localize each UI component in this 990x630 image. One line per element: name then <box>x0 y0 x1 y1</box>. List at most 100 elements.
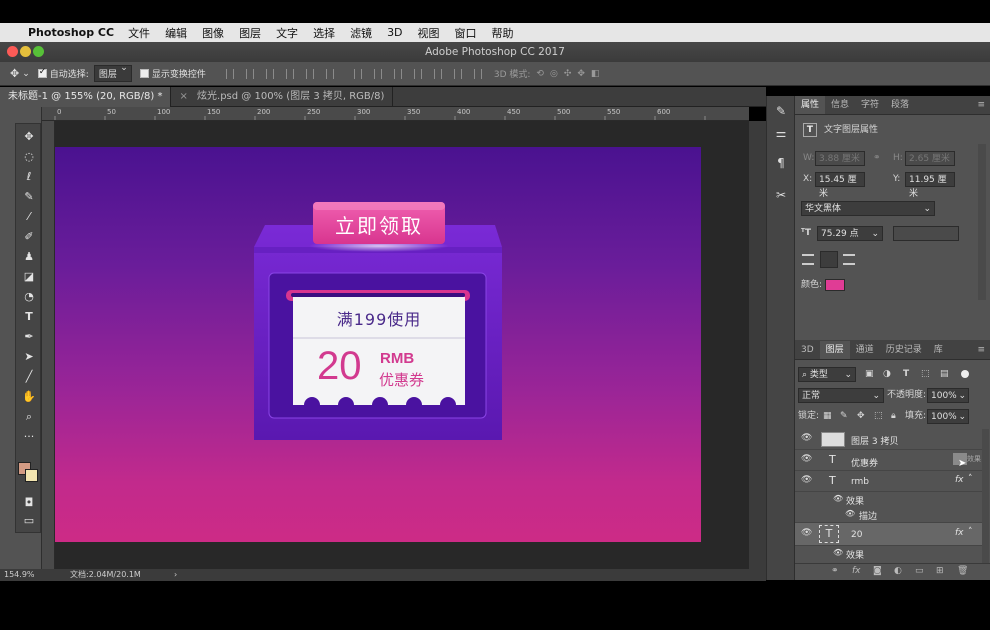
pen-tool-icon[interactable]: ✒ <box>16 328 42 346</box>
type-tool-icon[interactable]: T <box>16 308 42 326</box>
visibility-eye-icon[interactable]: 👁︎ <box>801 475 812 485</box>
eyedropper-tool-icon[interactable]: ⁄ <box>16 208 42 226</box>
align-hcenter-icon[interactable] <box>305 68 314 79</box>
tool-preset-dropdown-icon[interactable]: ⌄ <box>22 69 30 79</box>
move-tool-icon[interactable]: ✥ <box>16 128 42 146</box>
tab-info[interactable]: 信息 <box>825 96 855 114</box>
layer-row-20[interactable]: 👁︎ T 20 fx ˄ <box>795 523 983 546</box>
menu-image[interactable]: 图像 <box>202 25 224 41</box>
align-vcenter-icon[interactable] <box>245 68 254 79</box>
lock-pixels-icon[interactable]: ✎ <box>840 409 848 424</box>
panel-menu-icon[interactable]: ≡ <box>972 341 990 359</box>
tab-paragraph[interactable]: 段落 <box>885 96 915 114</box>
show-transform-checkbox[interactable] <box>139 69 149 78</box>
3d-drag-icon[interactable]: ✣ <box>564 69 572 79</box>
add-mask-icon[interactable]: ◙ <box>873 566 882 576</box>
fx-icon[interactable]: fx <box>955 475 964 485</box>
align-bottom-icon[interactable] <box>265 68 274 79</box>
zoom-tool-icon[interactable]: ⌕ <box>16 408 42 426</box>
menu-help[interactable]: 帮助 <box>492 25 514 41</box>
blend-mode-select[interactable]: 正常 ⌄ <box>798 388 884 403</box>
width-field[interactable]: 3.88 厘米 <box>815 151 865 166</box>
tab-properties[interactable]: 属性 <box>795 96 826 114</box>
layer-row-image-copy[interactable]: 👁︎ 图层 3 拷贝 <box>795 429 983 450</box>
visibility-eye-icon[interactable]: 👁︎ <box>801 528 812 538</box>
fx-icon[interactable]: fx <box>955 528 964 538</box>
menu-type[interactable]: 文字 <box>276 25 298 41</box>
tab-layers[interactable]: 图层 <box>819 341 850 359</box>
doc-tab-glow[interactable]: × 炫光.psd @ 100% (图层 3 拷贝, RGB/8) <box>171 87 394 107</box>
lasso-tool-icon[interactable]: ℓ <box>16 168 42 186</box>
path-select-tool-icon[interactable]: ➤ <box>16 348 42 366</box>
horizontal-ruler[interactable]: 0 50 100 150 200 250 300 350 400 450 500… <box>42 107 749 121</box>
auto-select-checkbox[interactable] <box>37 67 47 78</box>
menu-view[interactable]: 视图 <box>418 25 440 41</box>
tab-history[interactable]: 历史记录 <box>880 341 928 359</box>
zoom-window-button[interactable] <box>33 46 44 57</box>
filter-pixel-icon[interactable]: ▣ <box>865 367 874 382</box>
align-left-icon[interactable] <box>285 68 294 79</box>
menu-window[interactable]: 窗口 <box>455 25 477 41</box>
menu-edit[interactable]: 编辑 <box>165 25 187 41</box>
lock-artboard-icon[interactable]: ⬚ <box>874 409 883 424</box>
3d-orbit-icon[interactable]: ⟲ <box>536 69 544 79</box>
menu-select[interactable]: 选择 <box>313 25 335 41</box>
chevron-up-icon[interactable]: ˄ <box>968 474 973 484</box>
hand-tool-icon[interactable]: ✋ <box>16 388 42 406</box>
close-tab-icon[interactable]: × <box>179 91 187 102</box>
more-tools-icon[interactable]: ··· <box>16 428 42 446</box>
3d-slide-icon[interactable]: ✥ <box>577 69 585 79</box>
screen-mode-icon[interactable]: ▭ <box>16 512 42 530</box>
visibility-eye-icon[interactable]: 👁︎ <box>801 454 812 464</box>
canvas[interactable]: 立即领取 满199使用 20 RMB 优惠券 <box>55 147 701 542</box>
y-field[interactable]: 11.95 厘米 <box>905 172 955 199</box>
distribute-right-icon[interactable] <box>453 68 462 79</box>
menu-filter[interactable]: 滤镜 <box>350 25 372 41</box>
layers-scrollbar[interactable] <box>982 429 989 564</box>
height-field[interactable]: 2.65 厘米 <box>905 151 955 166</box>
character-styles-icon[interactable]: ¶ <box>767 156 795 170</box>
align-top-icon[interactable] <box>225 68 234 79</box>
filter-adjustment-icon[interactable]: ◑ <box>883 367 891 382</box>
vertical-ruler[interactable] <box>42 121 55 571</box>
font-style-select[interactable] <box>893 226 959 241</box>
opacity-field[interactable]: 100% ⌄ <box>927 388 969 403</box>
marquee-tool-icon[interactable]: ◌ <box>16 148 42 166</box>
quick-select-tool-icon[interactable]: ✎ <box>16 188 42 206</box>
align-center-text-icon[interactable] <box>820 251 838 268</box>
x-field[interactable]: 15.45 厘米 <box>815 172 865 199</box>
distribute-top-icon[interactable] <box>353 68 362 79</box>
new-group-icon[interactable]: ▭ <box>915 566 924 576</box>
brush-preset-icon[interactable]: ✎ <box>767 104 795 118</box>
layer-effect-stroke-row[interactable]: 👁︎ 描边 <box>795 507 983 523</box>
panel-menu-icon[interactable]: ≡ <box>972 96 990 114</box>
layer-effects-row[interactable]: 👁︎ 效果 <box>795 492 983 507</box>
menu-app-name[interactable]: Photoshop CC <box>28 26 114 39</box>
filter-shape-icon[interactable]: ⬚ <box>921 367 930 382</box>
properties-scrollbar[interactable] <box>978 144 986 300</box>
menu-file[interactable]: 文件 <box>128 25 150 41</box>
tab-character[interactable]: 字符 <box>855 96 885 114</box>
link-layers-icon[interactable]: ⚭ <box>831 566 839 576</box>
tab-3d[interactable]: 3D <box>795 341 820 359</box>
auto-align-icon[interactable] <box>473 68 482 79</box>
align-right-icon[interactable] <box>325 68 334 79</box>
line-tool-icon[interactable]: ╱ <box>16 368 42 386</box>
stamp-tool-icon[interactable]: ♟ <box>16 248 42 266</box>
brush-tool-icon[interactable]: ✐ <box>16 228 42 246</box>
align-left-text-icon[interactable] <box>802 254 814 265</box>
fill-field[interactable]: 100% ⌄ <box>927 409 969 424</box>
3d-scale-icon[interactable]: ◧ <box>591 69 600 79</box>
close-window-button[interactable] <box>7 46 18 57</box>
delete-layer-icon[interactable]: 🗑︎ <box>957 566 968 576</box>
effect-eye-icon[interactable]: 👁︎ <box>833 548 843 557</box>
layer-row-rmb[interactable]: 👁︎ T rmb fx ˄ <box>795 471 983 492</box>
auto-select-target-select[interactable]: 图层 <box>93 63 132 82</box>
distribute-vcenter-icon[interactable] <box>373 68 382 79</box>
align-right-text-icon[interactable] <box>843 254 855 265</box>
quick-mask-icon[interactable]: ◘ <box>16 494 42 512</box>
distribute-bottom-icon[interactable] <box>393 68 402 79</box>
tab-libraries[interactable]: 库 <box>928 341 949 359</box>
distribute-left-icon[interactable] <box>413 68 422 79</box>
menu-layer[interactable]: 图层 <box>239 25 261 41</box>
